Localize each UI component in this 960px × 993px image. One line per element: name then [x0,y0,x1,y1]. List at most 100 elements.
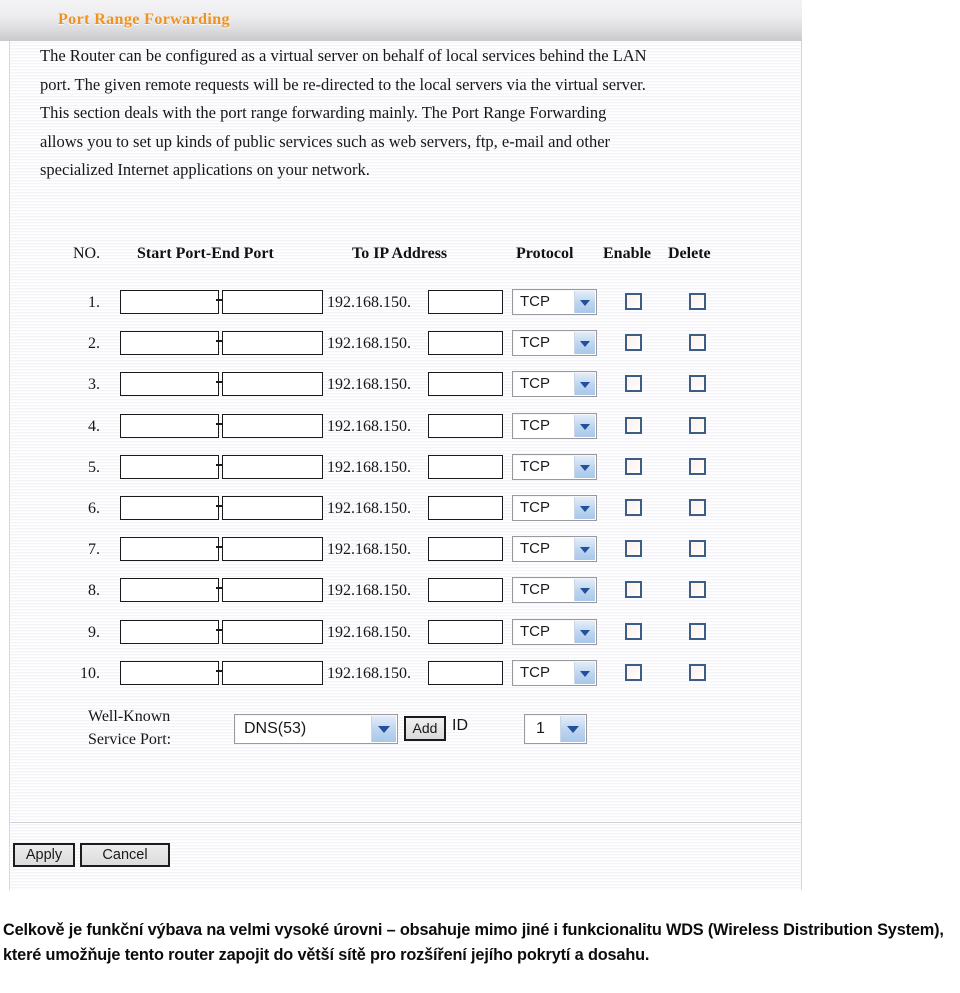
delete-checkbox[interactable] [689,457,706,475]
start-port-input[interactable] [120,290,219,314]
enable-checkbox[interactable] [625,334,642,352]
start-port-input[interactable] [120,537,219,562]
description-line: port. The given remote requests will be … [40,74,646,94]
enable-checkbox[interactable] [625,416,642,434]
protocol-select[interactable]: TCP [512,495,597,521]
ip-suffix-input[interactable] [428,496,503,520]
ip-prefix-label: 192.168.150. [327,417,411,435]
delete-checkbox[interactable] [689,293,706,310]
chevron-down-icon[interactable] [560,716,585,742]
ip-suffix-input[interactable] [428,331,503,356]
column-header-port-range: Start Port-End Port [137,245,274,262]
protocol-select[interactable]: TCP [512,618,597,645]
enable-checkbox[interactable] [625,622,642,640]
start-port-input[interactable] [120,454,219,479]
delete-checkbox[interactable] [689,375,706,393]
id-select[interactable]: 1 [524,714,587,744]
protocol-value: TCP [520,293,550,310]
table-row: 7. 192.168.150. TCP [0,533,793,567]
chevron-down-icon[interactable] [574,538,595,561]
well-known-label-line1: Well-Known [88,708,171,725]
add-button[interactable]: Add [404,716,446,741]
end-port-input[interactable] [222,290,323,314]
ip-prefix-label: 192.168.150. [327,582,411,600]
protocol-value: TCP [520,375,550,393]
end-port-input[interactable] [222,372,323,397]
start-port-input[interactable] [120,660,219,685]
protocol-select[interactable]: TCP [512,330,597,357]
well-known-label-line2: Service Port: [88,731,172,748]
chevron-down-icon[interactable] [574,497,595,519]
ip-suffix-input[interactable] [428,290,503,314]
start-port-input[interactable] [120,619,219,644]
ip-suffix-input[interactable] [428,454,503,479]
protocol-select[interactable]: TCP [512,577,597,604]
ip-suffix-input[interactable] [428,413,503,438]
chevron-down-icon[interactable] [574,414,595,437]
chevron-down-icon[interactable] [574,291,595,313]
panel-titlebar: Port Range Forwarding [0,0,802,41]
delete-checkbox[interactable] [689,581,706,599]
protocol-select[interactable]: TCP [512,371,597,398]
delete-checkbox[interactable] [689,663,706,681]
cancel-button[interactable]: Cancel [80,843,170,867]
end-port-input[interactable] [222,619,323,644]
enable-checkbox[interactable] [625,540,642,558]
delete-checkbox[interactable] [689,334,706,352]
protocol-select[interactable]: TCP [512,412,597,439]
chevron-down-icon[interactable] [371,716,396,742]
ip-suffix-input[interactable] [428,578,503,603]
enable-checkbox[interactable] [625,499,642,516]
protocol-select[interactable]: TCP [512,289,597,315]
chevron-down-icon[interactable] [574,620,595,643]
ip-prefix-label: 192.168.150. [327,335,411,353]
end-port-input[interactable] [222,413,323,438]
description-paragraph: The Router can be configured as a virtua… [40,42,750,185]
start-port-input[interactable] [120,496,219,520]
protocol-value: TCP [520,499,550,516]
protocol-select[interactable]: TCP [512,453,597,480]
screenshot-root: Port Range Forwarding The Router can be … [0,0,960,993]
enable-checkbox[interactable] [625,663,642,681]
apply-button[interactable]: Apply [13,843,75,867]
enable-checkbox[interactable] [625,293,642,310]
enable-checkbox[interactable] [625,581,642,599]
description-line: allows you to set up kinds of public ser… [40,131,611,151]
end-port-input[interactable] [222,660,323,685]
start-port-input[interactable] [120,331,219,356]
delete-checkbox[interactable] [689,622,706,640]
chevron-down-icon[interactable] [574,579,595,602]
protocol-value: TCP [520,457,550,475]
end-port-input[interactable] [222,537,323,562]
table-row: 1. 192.168.150. TCP [0,286,793,320]
end-port-input[interactable] [222,578,323,603]
end-port-input[interactable] [222,454,323,479]
well-known-service-select[interactable]: DNS(53) [234,714,398,744]
protocol-select[interactable]: TCP [512,659,597,686]
table-row: 10. 192.168.150. TCP [0,657,793,691]
row-number: 1. [88,294,100,311]
ip-suffix-input[interactable] [428,537,503,562]
ip-suffix-input[interactable] [428,660,503,685]
protocol-select[interactable]: TCP [512,536,597,563]
row-number: 7. [88,541,100,559]
start-port-input[interactable] [120,578,219,603]
table-row: 4. 192.168.150. TCP [0,410,793,444]
chevron-down-icon[interactable] [574,455,595,478]
delete-checkbox[interactable] [689,540,706,558]
delete-checkbox[interactable] [689,499,706,516]
end-port-input[interactable] [222,496,323,520]
caption-text: Celkově je funkční výbava na velmi vysok… [3,918,957,967]
end-port-input[interactable] [222,331,323,356]
chevron-down-icon[interactable] [574,373,595,396]
ip-suffix-input[interactable] [428,619,503,644]
delete-checkbox[interactable] [689,416,706,434]
ip-suffix-input[interactable] [428,372,503,397]
chevron-down-icon[interactable] [574,661,595,684]
start-port-input[interactable] [120,372,219,397]
enable-checkbox[interactable] [625,457,642,475]
table-row: 6. 192.168.150. TCP [0,492,793,526]
start-port-input[interactable] [120,413,219,438]
enable-checkbox[interactable] [625,375,642,393]
chevron-down-icon[interactable] [574,332,595,355]
